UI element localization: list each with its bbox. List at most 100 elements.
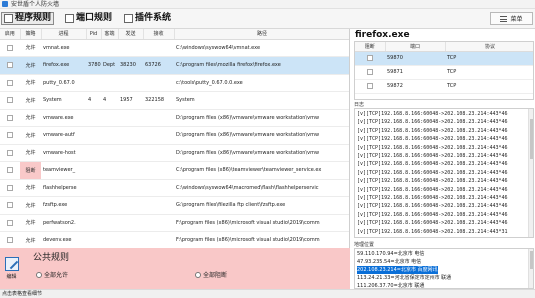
enabled-checkbox[interactable] xyxy=(7,149,13,156)
menu-button[interactable]: 菜单 xyxy=(490,12,533,25)
program-rules-button[interactable]: 程序规则 xyxy=(1,12,55,25)
location-item[interactable]: 59.110.170.94=北京市 电信 xyxy=(357,250,531,258)
protocol-cell: TCP xyxy=(445,79,533,94)
enabled-checkbox[interactable] xyxy=(7,132,13,138)
allow-all-label: 全部允许 xyxy=(44,272,69,279)
table-row[interactable]: 允许 vmware-autf D:\program files (x86)\vmwa… xyxy=(0,126,349,145)
table-row[interactable]: 允许 flashhelperse C:\windows\syswow64\macro… xyxy=(0,179,349,197)
recv-cell: 63726 xyxy=(143,56,174,75)
plugins-button[interactable]: 插件系统 xyxy=(124,12,171,25)
column-header-client[interactable]: 客端 xyxy=(101,29,119,40)
column-header-protocol[interactable]: 协议 xyxy=(445,42,533,52)
column-header-policy[interactable]: 策略 xyxy=(20,29,42,40)
policy-cell: 允许 xyxy=(20,231,41,248)
block-checkbox[interactable] xyxy=(367,82,373,89)
block-checkbox[interactable] xyxy=(367,54,373,61)
path-cell: c:\tools\putty_0.67.0.0.exe xyxy=(174,74,349,92)
column-header-block[interactable]: 阻断 xyxy=(355,42,386,52)
enabled-checkbox[interactable] xyxy=(7,184,13,191)
enabled-cell xyxy=(0,91,20,110)
location-scrollbar[interactable] xyxy=(528,249,533,288)
enabled-checkbox[interactable] xyxy=(7,79,13,86)
port-cell: 59872 xyxy=(385,79,445,94)
block-all-label: 全部阻断 xyxy=(203,272,228,279)
enabled-checkbox[interactable] xyxy=(7,44,13,51)
table-row[interactable]: 允许 System 4 4 1957 322158 System xyxy=(0,91,349,110)
table-row[interactable]: 允许 fzsftp.exe G:\program files\filezilla f… xyxy=(0,196,349,215)
column-header-recv[interactable]: 接收 xyxy=(143,29,175,40)
location-item[interactable]: 113.24.21.33=河北省保定市定州市 联通 xyxy=(357,274,531,282)
table-row[interactable]: 阻断 teamviewer_ C:\program files (x86)\team… xyxy=(0,161,349,180)
block-checkbox[interactable] xyxy=(367,68,373,75)
scrollbar-thumb[interactable] xyxy=(530,119,533,159)
block-all-radio[interactable]: 全部阻断 xyxy=(195,270,227,279)
port-list: 阻断 端口 协议 59870 TCP 59871 TCP 59872 TCP xyxy=(354,41,534,100)
table-row[interactable]: 允许 perfwatson2. F:\program files (x86)\mic… xyxy=(0,214,349,232)
enabled-cell xyxy=(0,39,20,57)
location-item[interactable]: 202.108.23.214=北京市 百度网讯 xyxy=(357,266,531,274)
enabled-checkbox[interactable] xyxy=(7,114,13,121)
process-cell: firefox.exe xyxy=(41,56,86,75)
pid-cell xyxy=(86,109,101,127)
path-cell: System xyxy=(174,91,349,110)
column-header-port[interactable]: 端口 xyxy=(385,42,446,52)
column-header-enabled[interactable]: 启用 xyxy=(0,29,21,40)
port-rules-button[interactable]: 端口规则 xyxy=(65,12,112,25)
table-row[interactable]: 允许firefox.exe37808Dept3823063726C:\progr… xyxy=(0,56,349,75)
column-header-send[interactable]: 发送 xyxy=(118,29,144,40)
location-item[interactable]: 111.206.37.70=北京市 联通 xyxy=(357,282,531,289)
port-rules-label: 端口规则 xyxy=(76,13,113,23)
client-cell xyxy=(101,74,118,92)
location-list[interactable]: 59.110.170.94=北京市 电信 47.93.235.54=北京市 电信 2… xyxy=(354,248,534,289)
port-row[interactable]: 59870 TCP xyxy=(355,51,533,66)
block-cell xyxy=(355,65,385,80)
column-header-pid[interactable]: Pid xyxy=(86,29,102,40)
enabled-checkbox[interactable] xyxy=(7,237,13,243)
table-row[interactable]: 允许 devenv.exe F:\program files (x86)\micro… xyxy=(0,231,349,248)
table-row[interactable]: 允许 vmnat.exe C:\windows\syswow64\vmnat.exe xyxy=(0,39,349,57)
status-bar: 点击表格查看细节 xyxy=(0,289,535,298)
log-line: [v][TCP]192.168.8.166:60048->202.108.23.… xyxy=(357,144,508,151)
process-cell: vmnat.exe xyxy=(41,39,86,57)
column-header-process[interactable]: 进程 xyxy=(41,29,87,40)
protocol-cell: TCP xyxy=(445,65,533,80)
send-cell xyxy=(118,231,143,248)
log-label: 日志 xyxy=(354,102,365,108)
enabled-checkbox[interactable] xyxy=(7,167,13,173)
client-cell: 4 xyxy=(101,91,118,110)
radio-circle xyxy=(36,271,42,278)
pid-cell xyxy=(86,214,101,232)
port-row[interactable]: 59871 TCP xyxy=(355,65,533,80)
port-row[interactable]: 59872 TCP xyxy=(355,79,533,94)
protocol-cell: TCP xyxy=(445,51,533,66)
edit-button[interactable]: 编辑 xyxy=(0,248,23,289)
column-header-path[interactable]: 路径 xyxy=(174,29,349,40)
table-row[interactable]: 允许 putty_0.67.0 c:\tools\putty_0.67.0.0.ex… xyxy=(0,74,349,92)
location-text: 111.206.37.70=北京市 联通 xyxy=(357,283,425,289)
enabled-checkbox[interactable] xyxy=(7,202,13,208)
program-table: 启用 策略 进程 Pid 客端 发送 接收 路径 允许 vmnat.exe C:\w… xyxy=(0,29,349,248)
plugins-label: 插件系统 xyxy=(135,13,172,23)
allow-all-radio[interactable]: 全部允许 xyxy=(36,270,68,279)
enabled-checkbox[interactable] xyxy=(7,62,13,68)
log-line: [v][TCP]192.168.8.166:60048->202.108.23.… xyxy=(357,136,508,143)
location-text: 202.108.23.214=北京市 百度网讯 xyxy=(357,266,438,274)
table-row[interactable]: 允许 vmware-host D:\program files (x86)\vmwa… xyxy=(0,144,349,162)
location-item[interactable]: 47.93.235.54=北京市 电信 xyxy=(357,258,531,266)
enabled-checkbox[interactable] xyxy=(7,97,13,103)
log-list[interactable]: [v][TCP]192.168.8.166:60048->202.108.23.… xyxy=(354,108,534,238)
log-line: [v][TCP]192.168.8.166:60048->202.108.23.… xyxy=(357,203,508,210)
pid-cell: 4 xyxy=(86,91,101,110)
shield-icon xyxy=(2,1,8,7)
pid-cell xyxy=(86,196,101,215)
edit-icon xyxy=(4,257,19,271)
enabled-cell xyxy=(0,109,20,127)
send-cell xyxy=(118,161,143,180)
send-cell xyxy=(118,39,143,57)
process-cell: putty_0.67.0 xyxy=(41,74,86,92)
client-cell xyxy=(101,39,118,57)
log-scrollbar[interactable] xyxy=(528,109,533,237)
enabled-checkbox[interactable] xyxy=(7,219,13,226)
scrollbar-thumb[interactable] xyxy=(530,251,533,269)
table-row[interactable]: 允许 vmware.exe D:\program files (x86)\vmwar… xyxy=(0,109,349,127)
